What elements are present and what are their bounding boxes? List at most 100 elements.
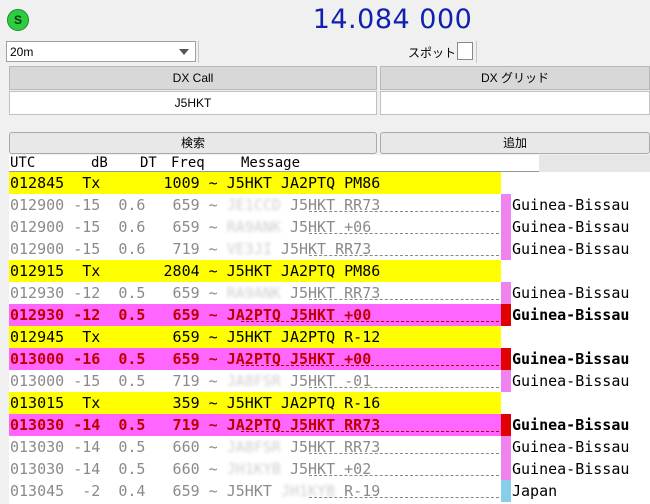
row-country: Guinea-Bissau (512, 196, 630, 214)
row-text: 013045 -2 0.4 659 ~ J5HKT (10, 482, 281, 500)
frequency-display: 14.084 000 (312, 4, 473, 35)
redacted-callsign: JE1CCD (226, 196, 281, 214)
row-text: 012900 -15 0.6 659 ~ (10, 196, 227, 214)
row-message: 013030 -14 0.5 660 ~ JA8FSR J5HKT RR73 (10, 436, 500, 458)
column-freq: Freq (171, 155, 205, 171)
row-text: 013030 -14 0.5 660 ~ (10, 438, 227, 456)
row-country: Guinea-Bissau (512, 284, 630, 302)
country-marker (501, 282, 511, 304)
column-header: UTC dB DT Freq Message (9, 155, 650, 172)
row-country: Guinea-Bissau (512, 460, 630, 478)
divider (476, 41, 477, 63)
redacted-callsign: JA8FSR (226, 372, 281, 390)
decode-rows: 012845 Tx 1009 ~ J5HKT JA2PTQ PM86 012900… (9, 172, 650, 502)
country-marker (501, 304, 511, 326)
country-marker (501, 370, 511, 392)
column-dt: DT (140, 155, 157, 171)
decode-row[interactable]: 012900 -15 0.6 659 ~ RA9ANK J5HKT +06 Gui… (9, 216, 650, 238)
redacted-callsign: RA9ANK (226, 284, 281, 302)
column-message: Message (241, 155, 301, 171)
redacted-callsign: VE3JI (226, 240, 272, 258)
decode-row[interactable]: 013030 -14 0.5 660 ~ JH1KYB J5HKT +02 Gui… (9, 458, 650, 480)
row-country: Guinea-Bissau (512, 306, 630, 324)
dashed-underline (241, 365, 499, 366)
decode-row[interactable]: 012915 Tx 2804 ~ J5HKT JA2PTQ PM86 (9, 260, 650, 282)
country-marker (501, 238, 511, 260)
dashed-underline (309, 299, 499, 300)
row-message: 012845 Tx 1009 ~ J5HKT JA2PTQ PM86 (10, 172, 500, 194)
row-text: 012900 -15 0.6 659 ~ (10, 218, 227, 236)
country-marker (501, 414, 511, 436)
search-button[interactable]: 検索 (9, 132, 377, 154)
row-message: 012915 Tx 2804 ~ J5HKT JA2PTQ PM86 (10, 260, 500, 282)
country-marker (501, 458, 511, 480)
decode-row[interactable]: 013045 -2 0.4 659 ~ J5HKT JH1KYB R-19 Jap… (9, 480, 650, 502)
decode-list-panel[interactable]: UTC dB DT Freq Message 012845 Tx 1009 ~ … (9, 155, 650, 504)
redacted-callsign: RA9ANK (226, 218, 281, 236)
column-utc: UTC (10, 155, 36, 171)
decode-row[interactable]: 012845 Tx 1009 ~ J5HKT JA2PTQ PM86 (9, 172, 650, 194)
row-message: 012900 -15 0.6 659 ~ RA9ANK J5HKT +06 (10, 216, 500, 238)
row-message: 012900 -15 0.6 719 ~ VE3JI J5HKT RR73 (10, 238, 500, 260)
row-message: 012900 -15 0.6 659 ~ JE1CCD J5HKT RR73 (10, 194, 500, 216)
row-message: 013000 -16 0.5 659 ~ JA2PTQ J5HKT +00 (10, 348, 500, 370)
row-country: Guinea-Bissau (512, 350, 630, 368)
decode-row[interactable]: 012930 -12 0.5 659 ~ RA9ANK J5HKT RR73 Gu… (9, 282, 650, 304)
decode-row[interactable]: 013000 -16 0.5 659 ~ JA2PTQ J5HKT +00 Gui… (9, 348, 650, 370)
row-message: 013030 -14 0.5 660 ~ JH1KYB J5HKT +02 (10, 458, 500, 480)
row-text: 013015 Tx 359 ~ J5HKT JA2PTQ R-16 (10, 394, 381, 412)
decode-row[interactable]: 013000 -15 0.5 719 ~ JA8FSR J5HKT -01 Gui… (9, 370, 650, 392)
dashed-underline (309, 233, 499, 234)
country-marker (501, 348, 511, 370)
divider (198, 41, 199, 63)
decode-row[interactable]: 012900 -15 0.6 719 ~ VE3JI J5HKT RR73 Gui… (9, 238, 650, 260)
band-select[interactable]: 20m (6, 41, 196, 62)
row-text: 013000 -15 0.5 719 ~ (10, 372, 227, 390)
dashed-underline (309, 387, 499, 388)
row-country: Guinea-Bissau (512, 218, 630, 236)
decode-row[interactable]: 012900 -15 0.6 659 ~ JE1CCD J5HKT RR73 Gu… (9, 194, 650, 216)
country-marker (501, 480, 511, 502)
redacted-callsign: JA8FSR (226, 438, 281, 456)
redacted-callsign: JH1KYB (226, 460, 281, 478)
row-text: 012915 Tx 2804 ~ J5HKT JA2PTQ PM86 (10, 262, 381, 280)
row-country: Guinea-Bissau (512, 438, 630, 456)
dx-call-header: DX Call (9, 66, 377, 90)
row-text: 013030 -14 0.5 660 ~ (10, 460, 227, 478)
spot-label: スポット (408, 46, 457, 60)
decode-row[interactable]: 013030 -14 0.5 660 ~ JA8FSR J5HKT RR73 Gu… (9, 436, 650, 458)
add-button[interactable]: 追加 (380, 132, 650, 154)
dx-grid-field[interactable] (380, 91, 650, 115)
row-message: 013015 Tx 359 ~ J5HKT JA2PTQ R-16 (10, 392, 500, 414)
row-text: 012930 -12 0.5 659 ~ (10, 284, 227, 302)
decode-row[interactable]: 012930 -12 0.5 659 ~ JA2PTQ J5HKT +00 Gui… (9, 304, 650, 326)
row-country: Guinea-Bissau (512, 240, 630, 258)
dashed-underline (309, 255, 499, 256)
column-db: dB (91, 155, 108, 171)
dashed-underline (309, 211, 499, 212)
country-marker (501, 436, 511, 458)
country-marker (501, 216, 511, 238)
dx-call-field[interactable]: J5HKT (9, 91, 377, 115)
row-country: Guinea-Bissau (512, 416, 630, 434)
dashed-underline (309, 475, 499, 476)
row-message: 012930 -12 0.5 659 ~ JA2PTQ J5HKT +00 (10, 304, 500, 326)
decode-row[interactable]: 012945 Tx 659 ~ J5HKT JA2PTQ R-12 (9, 326, 650, 348)
row-message: 012930 -12 0.5 659 ~ RA9ANK J5HKT RR73 (10, 282, 500, 304)
row-country: Guinea-Bissau (512, 372, 630, 390)
dx-grid-header: DX グリッド (380, 66, 650, 90)
decode-row[interactable]: 013030 -14 0.5 719 ~ JA2PTQ J5HKT RR73 Gu… (9, 414, 650, 436)
dashed-underline (241, 321, 499, 322)
row-message: 013030 -14 0.5 719 ~ JA2PTQ J5HKT RR73 (10, 414, 500, 436)
row-message: 013000 -15 0.5 719 ~ JA8FSR J5HKT -01 (10, 370, 500, 392)
dashed-underline (309, 453, 499, 454)
row-country: Japan (512, 482, 558, 500)
country-marker (501, 194, 511, 216)
row-message: 012945 Tx 659 ~ J5HKT JA2PTQ R-12 (10, 326, 500, 348)
row-text: 012845 Tx 1009 ~ J5HKT JA2PTQ PM86 (10, 174, 381, 192)
spot-checkbox[interactable] (457, 42, 473, 60)
chevron-down-icon[interactable] (179, 49, 189, 55)
row-message: 013045 -2 0.4 659 ~ J5HKT JH1KYB R-19 (10, 480, 500, 502)
decode-row[interactable]: 013015 Tx 359 ~ J5HKT JA2PTQ R-16 (9, 392, 650, 414)
header-shade (539, 155, 650, 172)
